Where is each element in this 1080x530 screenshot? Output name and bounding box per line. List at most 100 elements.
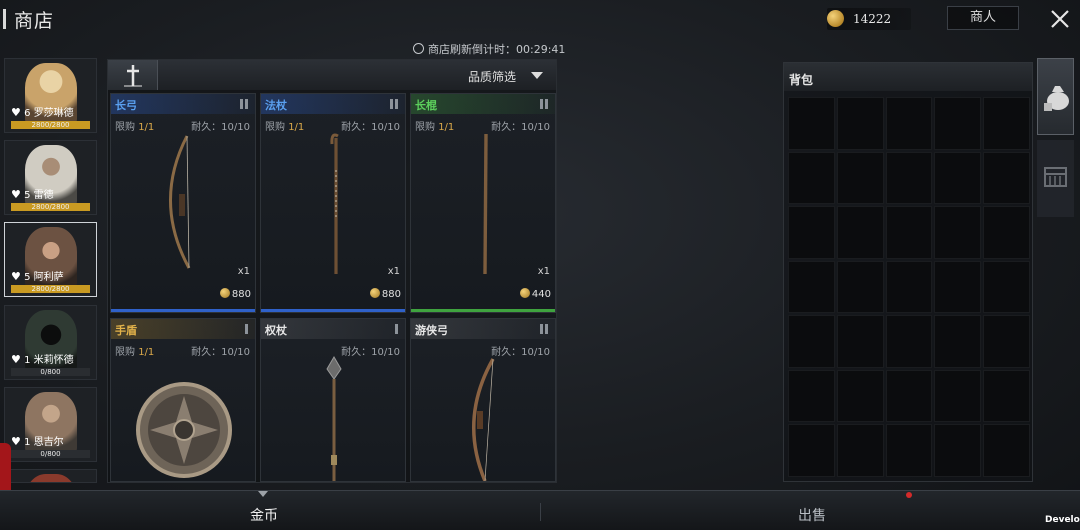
item-durability: 耐久：10/10 xyxy=(341,347,400,358)
close-icon[interactable] xyxy=(1049,8,1071,30)
bag-slot[interactable] xyxy=(983,315,1030,368)
bag-slot[interactable] xyxy=(885,424,933,477)
refresh-countdown-text: 商店刷新倒计时：00:29:41 xyxy=(428,43,566,56)
gold-coin-icon xyxy=(369,288,380,298)
heart-icon: ♥ xyxy=(11,188,21,201)
bag-slot[interactable] xyxy=(934,151,982,205)
ranger-bow-icon xyxy=(472,358,495,481)
bag-slot[interactable] xyxy=(836,369,884,423)
character-info: ♥ 6 罗莎琳德 xyxy=(11,104,74,119)
bag-slot[interactable] xyxy=(788,315,835,368)
shop-item-long-stick[interactable]: 长棍 限购 1/1 耐久：10/10 x1 440 xyxy=(410,93,556,313)
grid-icon xyxy=(540,324,548,334)
bag-slot[interactable] xyxy=(983,97,1030,150)
shop-item-scepter[interactable]: 权杖 耐久：10/10 xyxy=(260,318,406,482)
character-hp: 2800/2800 xyxy=(31,121,70,129)
bag-slot[interactable] xyxy=(885,206,933,259)
character-card-milliwind[interactable]: ♥ 1 米莉怀德 0/800 xyxy=(4,305,97,380)
character-card-rosalind[interactable]: ♥ 6 罗莎琳德 2800/2800 xyxy=(4,58,97,133)
rarity-bar xyxy=(261,309,405,312)
merchant-button[interactable]: 商人 xyxy=(947,6,1019,30)
bag-slot[interactable] xyxy=(934,315,982,368)
shop-item-staff[interactable]: 法杖 限购 1/1 耐久：10/10 x1 880 xyxy=(260,93,406,313)
grid-icon xyxy=(395,324,398,334)
item-price: 440 xyxy=(519,288,551,300)
character-info: ♥ 5 阿利萨 xyxy=(11,268,64,283)
shield-icon xyxy=(136,382,232,478)
item-limit: 限购 1/1 xyxy=(115,118,154,133)
item-price-value: 440 xyxy=(531,289,551,300)
item-limit-label: 限购 xyxy=(265,122,285,133)
item-limit-label: 限购 xyxy=(415,122,435,133)
bag-slot[interactable] xyxy=(836,97,884,150)
item-price: 880 xyxy=(219,288,251,300)
bag-tab-items[interactable] xyxy=(1037,58,1074,135)
character-card-alisa[interactable]: ♥ 5 阿利萨 2800/2800 xyxy=(4,222,97,297)
chest-icon xyxy=(1044,167,1067,187)
character-card-partial[interactable] xyxy=(4,469,97,483)
bag-slot[interactable] xyxy=(836,206,884,259)
shop-item-longbow[interactable]: 长弓 限购 1/1 耐久：10/10 x1 880 xyxy=(110,93,256,313)
shop-item-hand-shield[interactable]: 手盾 限购 1/1 耐久：10/10 xyxy=(110,318,256,482)
tab-sell[interactable]: 出售 xyxy=(798,505,826,525)
tab-gold[interactable]: 金币 xyxy=(250,505,278,525)
bag-slot[interactable] xyxy=(836,151,884,205)
gold-amount: 14222 xyxy=(853,12,892,26)
character-name: 阿利萨 xyxy=(33,272,64,283)
bag-title: 背包 xyxy=(789,73,814,87)
bag-slot[interactable] xyxy=(885,97,933,150)
character-info: ♥ 5 雷德 xyxy=(11,186,54,201)
back-button[interactable] xyxy=(3,9,6,29)
item-durability: 耐久：10/10 xyxy=(191,347,250,358)
bag-slot[interactable] xyxy=(983,260,1030,314)
item-name: 手盾 xyxy=(115,324,137,337)
rarity-bar xyxy=(111,309,255,312)
item-price: 880 xyxy=(369,288,401,300)
bag-slot[interactable] xyxy=(934,206,982,259)
bag-slot[interactable] xyxy=(885,260,933,314)
bag-slot[interactable] xyxy=(983,424,1030,477)
bag-slot[interactable] xyxy=(934,97,982,150)
bag-slot[interactable] xyxy=(836,424,884,477)
bag-tab-equipment[interactable] xyxy=(1037,140,1074,217)
character-name: 恩吉尔 xyxy=(33,437,64,448)
longbow-icon xyxy=(169,135,191,269)
bag-slot[interactable] xyxy=(788,369,835,423)
item-name: 游侠弓 xyxy=(415,324,448,337)
item-limit-value: 1/1 xyxy=(288,122,305,133)
bag-slot[interactable] xyxy=(788,151,835,205)
bag-slot[interactable] xyxy=(836,315,884,368)
bag-slot[interactable] xyxy=(934,424,982,477)
item-limit: 限购 1/1 xyxy=(115,343,154,358)
bag-slot[interactable] xyxy=(885,151,933,205)
bag-slot[interactable] xyxy=(934,260,982,314)
bag-slot[interactable] xyxy=(983,369,1030,423)
grid-icon xyxy=(390,99,398,109)
bag-slot[interactable] xyxy=(788,424,835,477)
bag-slot[interactable] xyxy=(788,260,835,314)
character-card-engir[interactable]: ♥ 1 恩吉尔 0/800 xyxy=(4,387,97,462)
bag-slot[interactable] xyxy=(788,206,835,259)
bag-slot[interactable] xyxy=(836,260,884,314)
heart-icon: ♥ xyxy=(11,106,21,119)
shop-item-ranger-bow[interactable]: 游侠弓 耐久：10/10 xyxy=(410,318,556,482)
bag-header xyxy=(784,63,1032,91)
sword-icon xyxy=(124,65,142,87)
heart-icon: ♥ xyxy=(11,270,21,283)
character-card-reid[interactable]: ♥ 5 雷德 2800/2800 xyxy=(4,140,97,215)
item-limit: 限购 1/1 xyxy=(265,118,304,133)
bag-slot[interactable] xyxy=(788,97,835,150)
character-hp: 2800/2800 xyxy=(31,203,70,211)
page-title: 商店 xyxy=(14,10,55,32)
bag-slot[interactable] xyxy=(885,315,933,368)
item-name: 权杖 xyxy=(265,324,287,337)
bag-slot[interactable] xyxy=(885,369,933,423)
weapon-category-tab[interactable] xyxy=(108,60,158,90)
character-level: 1 xyxy=(24,355,31,366)
bag-slot[interactable] xyxy=(983,206,1030,259)
coin-bag-icon xyxy=(1044,86,1069,111)
chevron-down-icon[interactable] xyxy=(531,72,543,79)
bag-slot[interactable] xyxy=(934,369,982,423)
bag-slot[interactable] xyxy=(983,151,1030,205)
quality-filter[interactable]: 品质筛选 xyxy=(468,68,516,85)
